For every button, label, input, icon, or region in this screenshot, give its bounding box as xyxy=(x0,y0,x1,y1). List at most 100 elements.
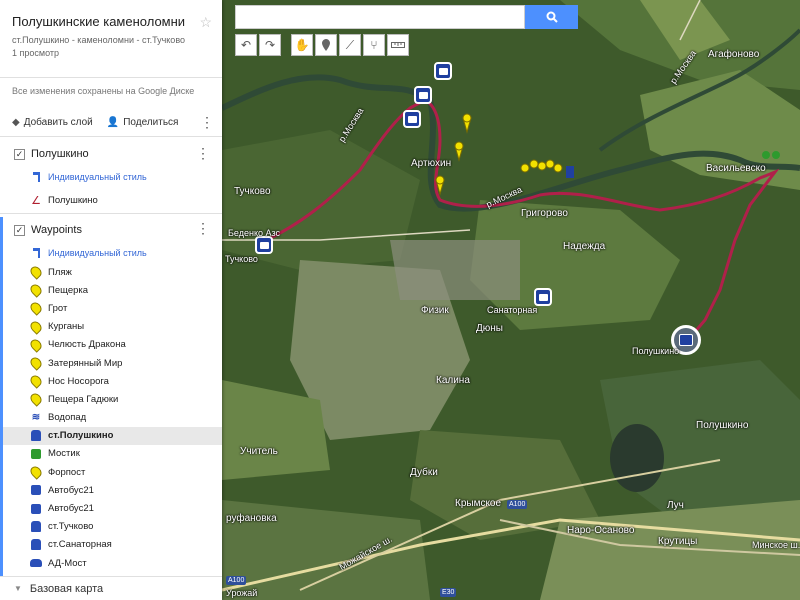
save-status: Все изменения сохранены на Google Диске xyxy=(12,86,195,96)
map-label: Учитель xyxy=(240,446,278,457)
map-label: Григорово xyxy=(521,208,568,219)
map-label: Артюхин xyxy=(411,158,452,169)
item-label: ст.Санаторная xyxy=(48,539,112,551)
style-label: Индивидуальный стиль xyxy=(48,248,147,258)
ruler-icon[interactable] xyxy=(387,34,409,56)
pin-icon xyxy=(28,318,44,335)
list-item[interactable]: Челюсть Дракона xyxy=(3,336,222,354)
layer-options-icon[interactable]: ⋮ xyxy=(196,146,210,160)
list-item[interactable]: Грот xyxy=(3,299,222,317)
share-button[interactable]: 👤 Поделиться xyxy=(107,117,179,128)
list-item[interactable]: ст.Тучково xyxy=(3,518,222,536)
item-label: Автобус21 xyxy=(48,484,94,496)
layer-checkbox[interactable]: ✓ xyxy=(14,148,25,160)
item-label: Водопад xyxy=(48,412,87,424)
base-map-label: Базовая карта xyxy=(29,582,104,595)
map-description[interactable]: ст.Полушкино - каменоломни - ст.Тучково xyxy=(12,35,210,45)
item-label: Затерянный Мир xyxy=(48,357,123,369)
add-person-icon: 👤 xyxy=(106,116,120,128)
item-label: Полушкино xyxy=(48,194,98,206)
list-item[interactable]: Мостик xyxy=(3,445,222,463)
list-item[interactable]: Пещера Гадюки xyxy=(3,390,222,408)
directions-icon[interactable]: ⑂ xyxy=(363,34,385,56)
list-item[interactable]: Нос Носорога xyxy=(3,372,222,390)
individual-style-link[interactable]: Индивидуальный стиль xyxy=(0,167,222,187)
map-label: Крутицы xyxy=(658,536,698,547)
map-label: Физик xyxy=(421,305,449,316)
list-item[interactable]: Автобус21 xyxy=(3,481,222,499)
list-item[interactable]: Форпост xyxy=(3,463,222,481)
waypoint-list: Пляж Пещерка Грот Курганы Челюсть Дракона Зат… xyxy=(3,263,222,572)
individual-style-link[interactable]: Индивидуальный стиль xyxy=(3,243,222,263)
map-label: Санаторная xyxy=(487,305,538,315)
search-input[interactable] xyxy=(235,5,525,29)
road-badge: A100 xyxy=(507,500,528,509)
base-map-toggle[interactable]: ▼ Базовая карта xyxy=(0,576,222,600)
layer-header[interactable]: ✓ Полушкино xyxy=(0,141,222,167)
pin-icon xyxy=(28,282,44,299)
list-item[interactable]: ст.Полушкино xyxy=(3,426,222,445)
map-label: Васильевско xyxy=(706,163,766,174)
map-label: Беденко Азс xyxy=(228,228,281,238)
train-icon xyxy=(30,521,42,533)
layer-waypoints: ✓ Waypoints ⋮ Индивидуальный стиль Пляж П… xyxy=(0,217,222,588)
train-icon xyxy=(30,539,42,551)
redo-icon[interactable]: ↷ xyxy=(259,34,281,56)
list-item[interactable]: Пещерка xyxy=(3,281,222,299)
layer-options-icon[interactable]: ⋮ xyxy=(196,221,210,235)
waterfall-icon: ≋ xyxy=(31,412,41,424)
item-label: ст.Тучково xyxy=(48,521,94,533)
layers-icon: ◆ xyxy=(12,116,20,128)
map-label: Агафоново xyxy=(708,49,760,60)
item-label: Пещера Гадюки xyxy=(48,393,119,405)
pin-icon xyxy=(28,391,44,408)
item-label: Пещерка xyxy=(48,284,89,296)
list-item[interactable]: Автобус21 xyxy=(3,499,222,517)
train-icon xyxy=(30,430,42,442)
paint-roller-icon xyxy=(30,247,42,259)
item-label: Грот xyxy=(48,302,68,314)
pin-icon xyxy=(28,373,44,389)
map-title[interactable]: Полушкинские каменоломни xyxy=(12,14,210,29)
map-label: Дубки xyxy=(410,467,438,478)
more-options-icon[interactable]: ⋮ xyxy=(200,115,214,129)
star-icon[interactable]: ☆ xyxy=(199,14,212,31)
list-item[interactable]: ст.Санаторная xyxy=(3,536,222,554)
list-item[interactable]: ≋ Водопад xyxy=(3,409,222,427)
map-label: Дюны xyxy=(476,323,503,334)
marker-icon[interactable] xyxy=(315,34,337,56)
search-icon xyxy=(546,11,558,23)
pin-icon xyxy=(28,337,44,353)
list-item[interactable]: ∠ Полушкино xyxy=(0,187,222,213)
list-item[interactable]: Затерянный Мир xyxy=(3,354,222,372)
item-label: Мостик xyxy=(48,448,80,460)
list-item[interactable]: Пляж xyxy=(3,263,222,281)
item-label: ст.Полушкино xyxy=(48,430,114,442)
expand-icon: ▼ xyxy=(14,584,22,593)
item-label: Форпост xyxy=(48,466,86,478)
car-icon xyxy=(30,557,42,569)
layer-name[interactable]: Waypoints xyxy=(31,224,82,236)
draw-line-icon[interactable]: ⟋ xyxy=(339,34,361,56)
view-count: 1 просмотр xyxy=(12,48,60,58)
layer-polushkino: ✓ Полушкино ⋮ Индивидуальный стиль ∠ Пол… xyxy=(0,141,222,214)
list-item[interactable]: АД-Мост xyxy=(3,554,222,572)
list-item[interactable]: Курганы xyxy=(3,318,222,336)
hand-icon[interactable]: ✋ xyxy=(291,34,313,56)
paint-roller-icon xyxy=(30,171,42,183)
search-button[interactable] xyxy=(525,5,578,29)
map-label: Наро-Осаново xyxy=(567,525,635,536)
road-badge: E30 xyxy=(440,588,457,597)
layer-header[interactable]: ✓ Waypoints xyxy=(3,217,222,243)
map-label: Крымское xyxy=(455,498,502,509)
map-label: Полушкино xyxy=(696,420,749,431)
item-label: АД-Мост xyxy=(48,557,87,569)
layer-name[interactable]: Полушкино xyxy=(31,148,89,160)
map-label: Полушкино xyxy=(632,346,680,356)
panel-header: Полушкинские каменоломни ☆ ст.Полушкино … xyxy=(0,0,222,78)
undo-icon[interactable]: ↶ xyxy=(235,34,257,56)
layer-checkbox[interactable]: ✓ xyxy=(14,224,25,236)
pin-icon xyxy=(28,355,44,371)
map-label: Надежда xyxy=(563,241,606,252)
add-layer-button[interactable]: ◆ Добавить слой xyxy=(12,117,93,128)
